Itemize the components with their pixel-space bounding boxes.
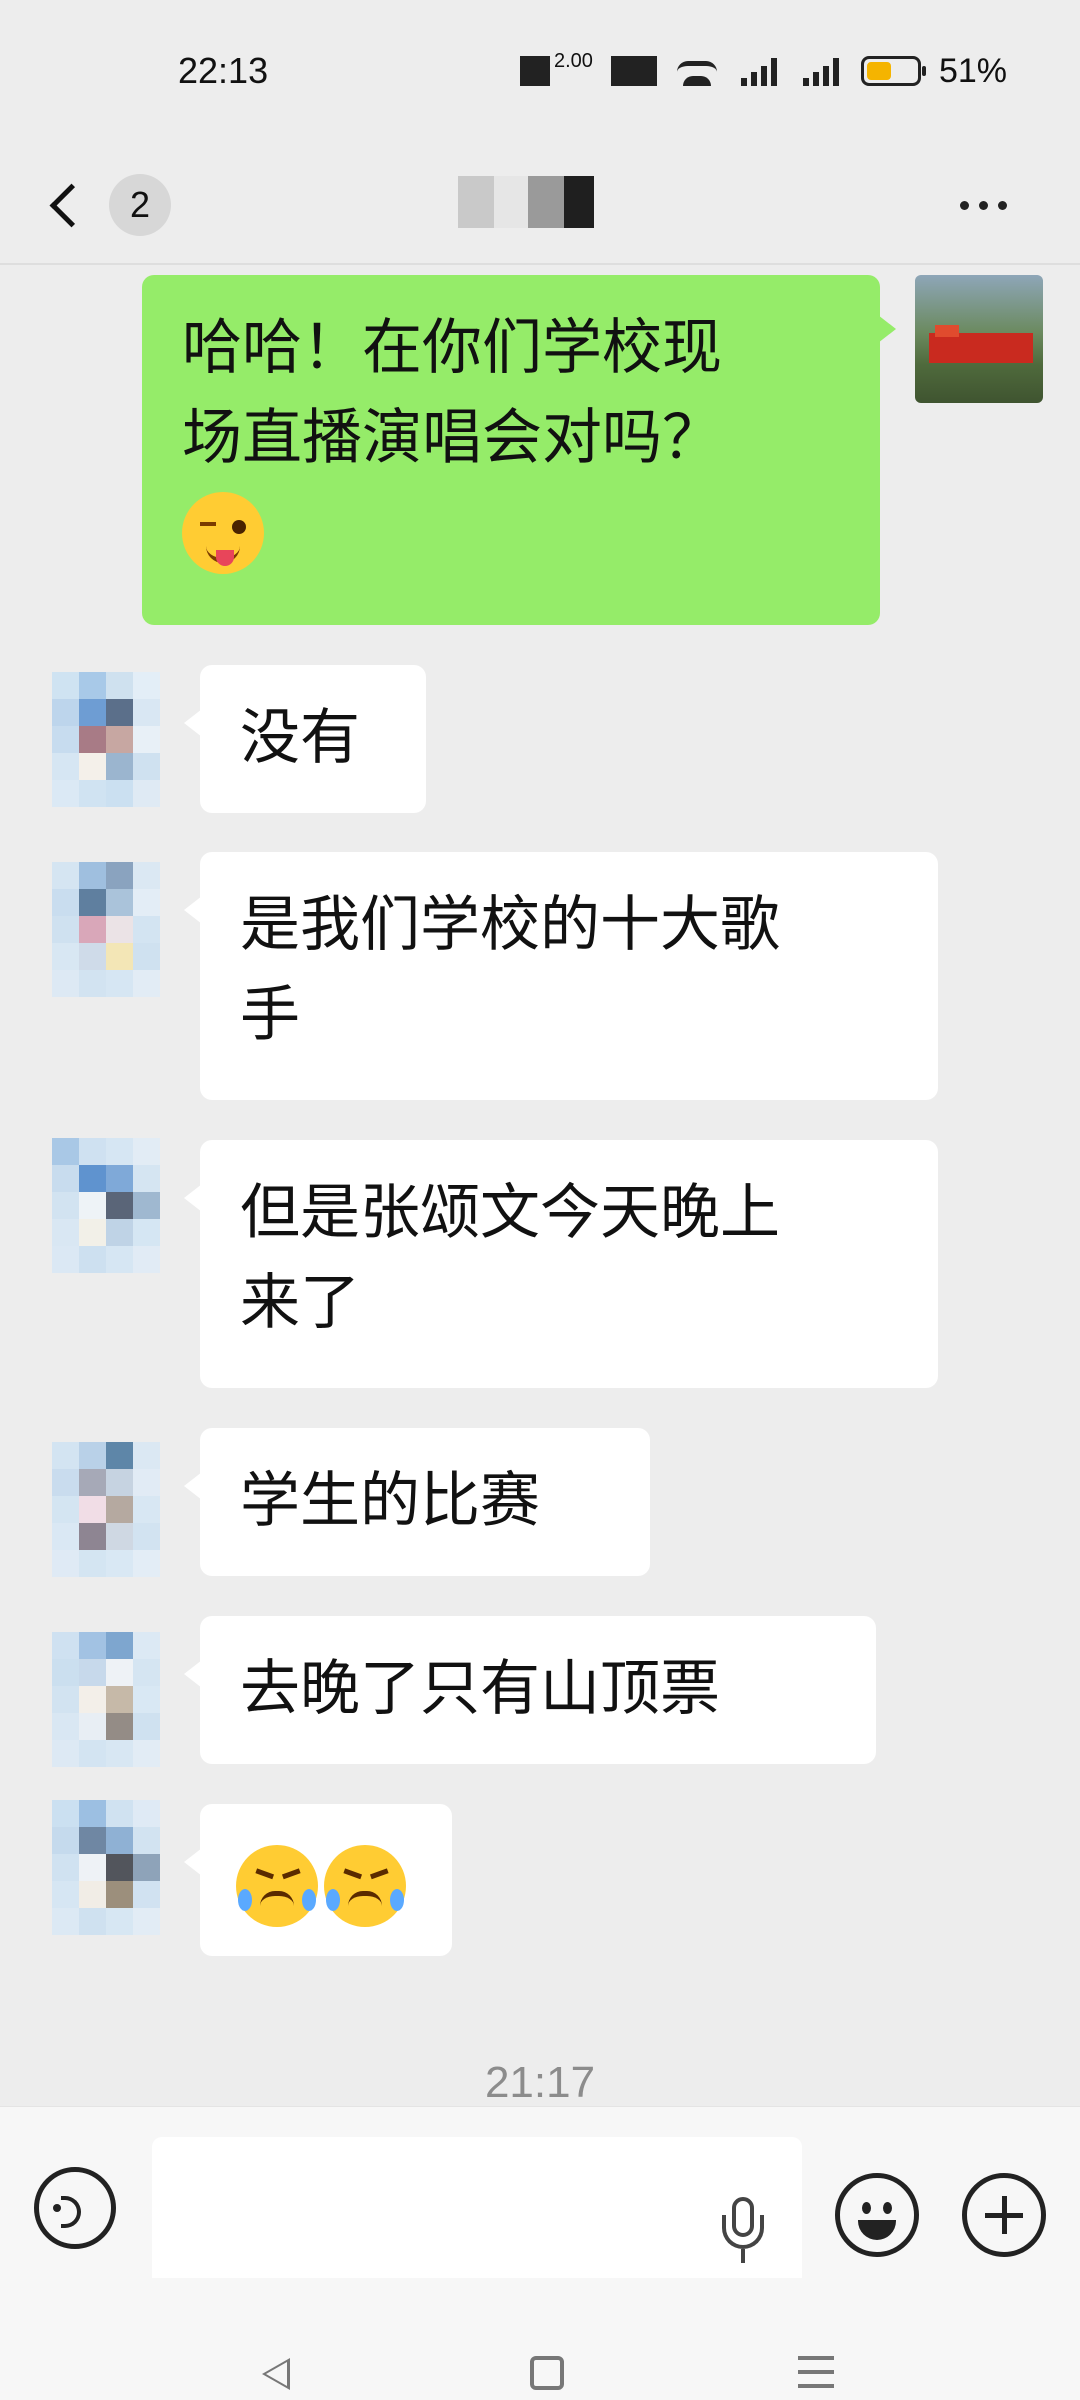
battery-percent: 51%	[938, 51, 1007, 90]
battery-icon	[860, 56, 926, 86]
contact-avatar[interactable]	[52, 1632, 160, 1770]
contact-avatar[interactable]	[52, 1442, 160, 1580]
status-time: 22:13	[178, 50, 269, 91]
unread-badge: 2	[109, 174, 171, 236]
contact-avatar[interactable]	[52, 672, 160, 810]
more-icon	[960, 200, 969, 210]
signal-icon-2	[799, 56, 843, 86]
status-icons: 2.00 51%	[520, 46, 1007, 96]
mic-icon[interactable]	[718, 2197, 768, 2267]
incoming-message-bubble[interactable]: 没有	[184, 665, 426, 813]
nav-back-icon[interactable]	[262, 2358, 290, 2390]
incoming-message-bubble[interactable]: 去晚了只有山顶票	[184, 1616, 876, 1764]
message-text: 学生的比赛	[240, 1466, 540, 1536]
wifi-icon	[675, 56, 719, 86]
chat-header: 2	[0, 140, 1080, 265]
message-text: 哈哈！在你们学校现 场直播演唱会对吗？	[182, 313, 722, 473]
battery-level	[866, 62, 891, 80]
more-button[interactable]	[960, 180, 1030, 230]
message-text: 是我们学校的十大歌 手	[240, 890, 780, 1050]
outgoing-message-bubble[interactable]: 哈哈！在你们学校现 场直播演唱会对吗？	[142, 275, 896, 625]
message-text: 去晚了只有山顶票	[240, 1654, 720, 1724]
contact-avatar[interactable]	[52, 862, 160, 1000]
back-button[interactable]: 2	[48, 160, 208, 250]
hd-icon	[610, 56, 657, 86]
message-timestamp: 21:17	[484, 2058, 596, 2107]
incoming-message-bubble[interactable]	[184, 1804, 452, 1956]
signal-icon-1	[737, 56, 781, 86]
emoji-icon[interactable]	[835, 2173, 919, 2257]
incoming-message-bubble[interactable]: 学生的比赛	[184, 1428, 650, 1576]
input-bar	[0, 2106, 1080, 2293]
chat-title-pixelated	[458, 176, 618, 228]
message-text: 没有	[240, 703, 360, 773]
crying-emoji-icon	[324, 1845, 406, 1928]
self-avatar[interactable]	[915, 275, 1043, 403]
contact-avatar[interactable]	[52, 1800, 160, 1938]
incoming-message-bubble[interactable]: 是我们学校的十大歌 手	[184, 852, 938, 1100]
chevron-left-icon	[49, 183, 94, 227]
message-text: 但是张颂文今天晚上 来了	[240, 1178, 780, 1338]
header-divider	[0, 263, 1080, 265]
status-bar: 22:13 2.00 51%	[0, 0, 1080, 140]
wink-tongue-emoji-icon	[182, 492, 264, 575]
notification-icon	[520, 56, 550, 86]
incoming-message-bubble[interactable]: 但是张颂文今天晚上 来了	[184, 1140, 938, 1388]
network-speed: 2.00	[554, 49, 593, 72]
plus-icon[interactable]	[962, 2173, 1046, 2257]
message-input[interactable]	[152, 2137, 802, 2293]
nav-home-icon[interactable]	[530, 2356, 564, 2390]
system-nav-bar	[0, 2278, 1080, 2400]
nav-recent-icon[interactable]	[798, 2356, 834, 2390]
voice-icon[interactable]	[34, 2167, 116, 2249]
contact-avatar[interactable]	[52, 1138, 160, 1276]
crying-emoji-icon	[236, 1845, 318, 1928]
